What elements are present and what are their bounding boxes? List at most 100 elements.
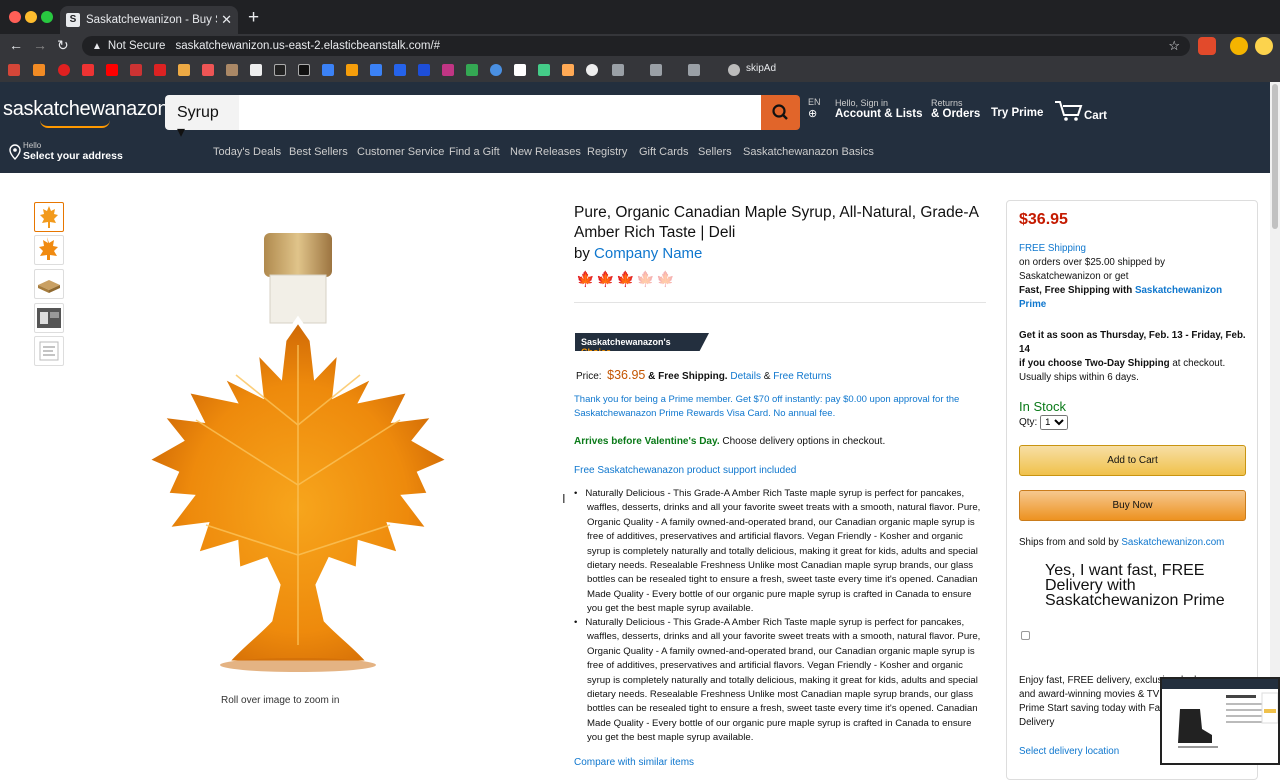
- bookmark-icon[interactable]: [130, 64, 142, 76]
- prime-card-offer[interactable]: Thank you for being a Prime member. Get …: [574, 393, 986, 421]
- logo-smile-icon: [40, 120, 110, 128]
- bookmark-icon[interactable]: [226, 64, 238, 76]
- forward-icon[interactable]: →: [33, 37, 47, 53]
- rating-leaf-icon[interactable]: 🍁: [596, 270, 615, 288]
- profile-avatar[interactable]: [1255, 37, 1273, 55]
- by-prefix: by: [574, 245, 590, 262]
- bookmark-icon[interactable]: [33, 64, 45, 76]
- new-tab-button[interactable]: +: [248, 7, 259, 29]
- photo-icon: [37, 308, 61, 328]
- bookmark-icon[interactable]: [490, 64, 502, 76]
- search-category-dropdown[interactable]: Syrup ▾: [165, 95, 239, 141]
- window-minimize-button[interactable]: [25, 11, 37, 23]
- bookmark-icon[interactable]: [562, 64, 574, 76]
- quantity-selector: Qty: 1: [1019, 415, 1069, 430]
- bookmark-icon[interactable]: [82, 64, 94, 76]
- nav-gift-cards[interactable]: Gift Cards: [639, 146, 689, 158]
- bookmark-icon[interactable]: [322, 64, 334, 76]
- bookmark-icon[interactable]: [514, 64, 526, 76]
- bookmark-icon[interactable]: [418, 64, 430, 76]
- seller-link[interactable]: Saskatchewanizon.com: [1121, 537, 1224, 548]
- nav-todays-deals[interactable]: Today's Deals: [213, 146, 281, 158]
- bookmark-icon[interactable]: [394, 64, 406, 76]
- add-to-cart-button[interactable]: Add to Cart: [1019, 445, 1246, 476]
- bookmark-folder-icon[interactable]: [612, 64, 624, 76]
- bookmark-gmail-icon[interactable]: [8, 64, 20, 76]
- delivery-notice: Arrives before Valentine's Day. Choose d…: [574, 436, 885, 447]
- nav-find-a-gift[interactable]: Find a Gift: [449, 146, 500, 158]
- url-text[interactable]: saskatchewanizon.us-east-2.elasticbeanst…: [175, 40, 440, 52]
- prime-optin-checkbox[interactable]: [1021, 631, 1030, 640]
- thumbnail-document[interactable]: [34, 336, 64, 366]
- price-value: $36.95: [607, 368, 646, 382]
- bookmark-skipad[interactable]: skipAd: [746, 63, 776, 74]
- arrives-rest: Choose delivery options in checkout.: [719, 436, 886, 447]
- bookmark-globe-icon[interactable]: [728, 64, 740, 76]
- nav-basics[interactable]: Saskatchewanazon Basics: [743, 146, 874, 158]
- address-bar[interactable]: ▲ Not Secure saskatchewanizon.us-east-2.…: [82, 36, 1190, 56]
- try-prime-link[interactable]: Try Prime: [991, 107, 1043, 119]
- support-link[interactable]: Free Saskatchewanazon product support in…: [574, 465, 796, 476]
- site-logo[interactable]: saskatchewanazon: [3, 98, 169, 121]
- bookmark-instagram-icon[interactable]: [442, 64, 454, 76]
- thumbnail-syrup-box[interactable]: [34, 269, 64, 299]
- compare-similar-link[interactable]: Compare with similar items: [574, 757, 694, 768]
- thumbnail-photo[interactable]: [34, 303, 64, 333]
- two-day-suffix: at checkout.: [1172, 358, 1226, 369]
- picture-in-picture-preview[interactable]: [1160, 677, 1280, 765]
- cart-link[interactable]: Cart: [1054, 100, 1107, 122]
- bookmark-icon[interactable]: [250, 64, 262, 76]
- bookmark-star-icon[interactable]: ☆: [1168, 38, 1180, 54]
- nav-best-sellers[interactable]: Best Sellers: [289, 146, 348, 158]
- bookmarks-bar: skipAd: [0, 58, 1280, 82]
- rating-leaf-empty-icon[interactable]: 🍁: [656, 270, 675, 288]
- search-input[interactable]: [239, 95, 761, 130]
- bookmark-icon[interactable]: [538, 64, 550, 76]
- bookmark-icon[interactable]: [202, 64, 214, 76]
- thumbnail-maple-leaf[interactable]: [34, 235, 64, 265]
- bookmark-icon[interactable]: [58, 64, 70, 76]
- free-shipping-link[interactable]: FREE Shipping: [1019, 243, 1086, 254]
- tab-close-icon[interactable]: ✕: [221, 12, 232, 28]
- main-product-image[interactable]: [130, 225, 470, 685]
- scrollbar-thumb[interactable]: [1272, 84, 1278, 229]
- extension-icon[interactable]: [1198, 37, 1216, 55]
- thumbnail-maple-bottle[interactable]: [34, 202, 64, 232]
- bookmark-icon[interactable]: [370, 64, 382, 76]
- delivery-link[interactable]: Select delivery location: [1019, 746, 1119, 757]
- bookmark-icon[interactable]: [346, 64, 358, 76]
- bookmark-youtube-icon[interactable]: [106, 64, 118, 76]
- free-returns-link[interactable]: Free Returns: [773, 371, 831, 382]
- bookmark-folder-icon[interactable]: [688, 64, 700, 76]
- window-close-button[interactable]: [9, 11, 21, 23]
- rating-leaf-icon[interactable]: 🍁: [576, 270, 595, 288]
- brand-link[interactable]: Company Name: [594, 245, 702, 262]
- browser-tab[interactable]: S Saskatchewanizon - Buy Someth ✕: [60, 6, 238, 34]
- nav-sellers[interactable]: Sellers: [698, 146, 732, 158]
- bookmark-icon[interactable]: [154, 64, 166, 76]
- back-icon[interactable]: ←: [9, 37, 23, 53]
- nav-customer-service[interactable]: Customer Service: [357, 146, 444, 158]
- returns-orders-link[interactable]: Returns & Orders: [931, 98, 980, 120]
- bookmark-github-icon[interactable]: [586, 64, 598, 76]
- nav-new-releases[interactable]: New Releases: [510, 146, 581, 158]
- bookmark-icon[interactable]: [274, 64, 286, 76]
- rating-leaf-icon[interactable]: 🍁: [616, 270, 635, 288]
- window-maximize-button[interactable]: [41, 11, 53, 23]
- nav-registry[interactable]: Registry: [587, 146, 627, 158]
- buy-now-button[interactable]: Buy Now: [1019, 490, 1246, 521]
- select-address[interactable]: Hello Select your address: [8, 142, 123, 162]
- rating-leaf-empty-icon[interactable]: 🍁: [636, 270, 655, 288]
- search-button[interactable]: [761, 95, 800, 130]
- bookmark-icon[interactable]: [178, 64, 190, 76]
- bookmark-icon[interactable]: [298, 64, 310, 76]
- account-lists-menu[interactable]: Hello, Sign in Account & Lists: [835, 98, 923, 120]
- reload-icon[interactable]: ↻: [57, 37, 69, 54]
- details-link[interactable]: Details: [730, 371, 761, 382]
- byline: by Company Name: [574, 245, 702, 262]
- language-selector[interactable]: EN ⊕: [808, 97, 830, 120]
- bookmark-folder-icon[interactable]: [650, 64, 662, 76]
- qty-select[interactable]: 1: [1040, 415, 1069, 430]
- extension-home-icon[interactable]: [1230, 37, 1248, 55]
- bookmark-drive-icon[interactable]: [466, 64, 478, 76]
